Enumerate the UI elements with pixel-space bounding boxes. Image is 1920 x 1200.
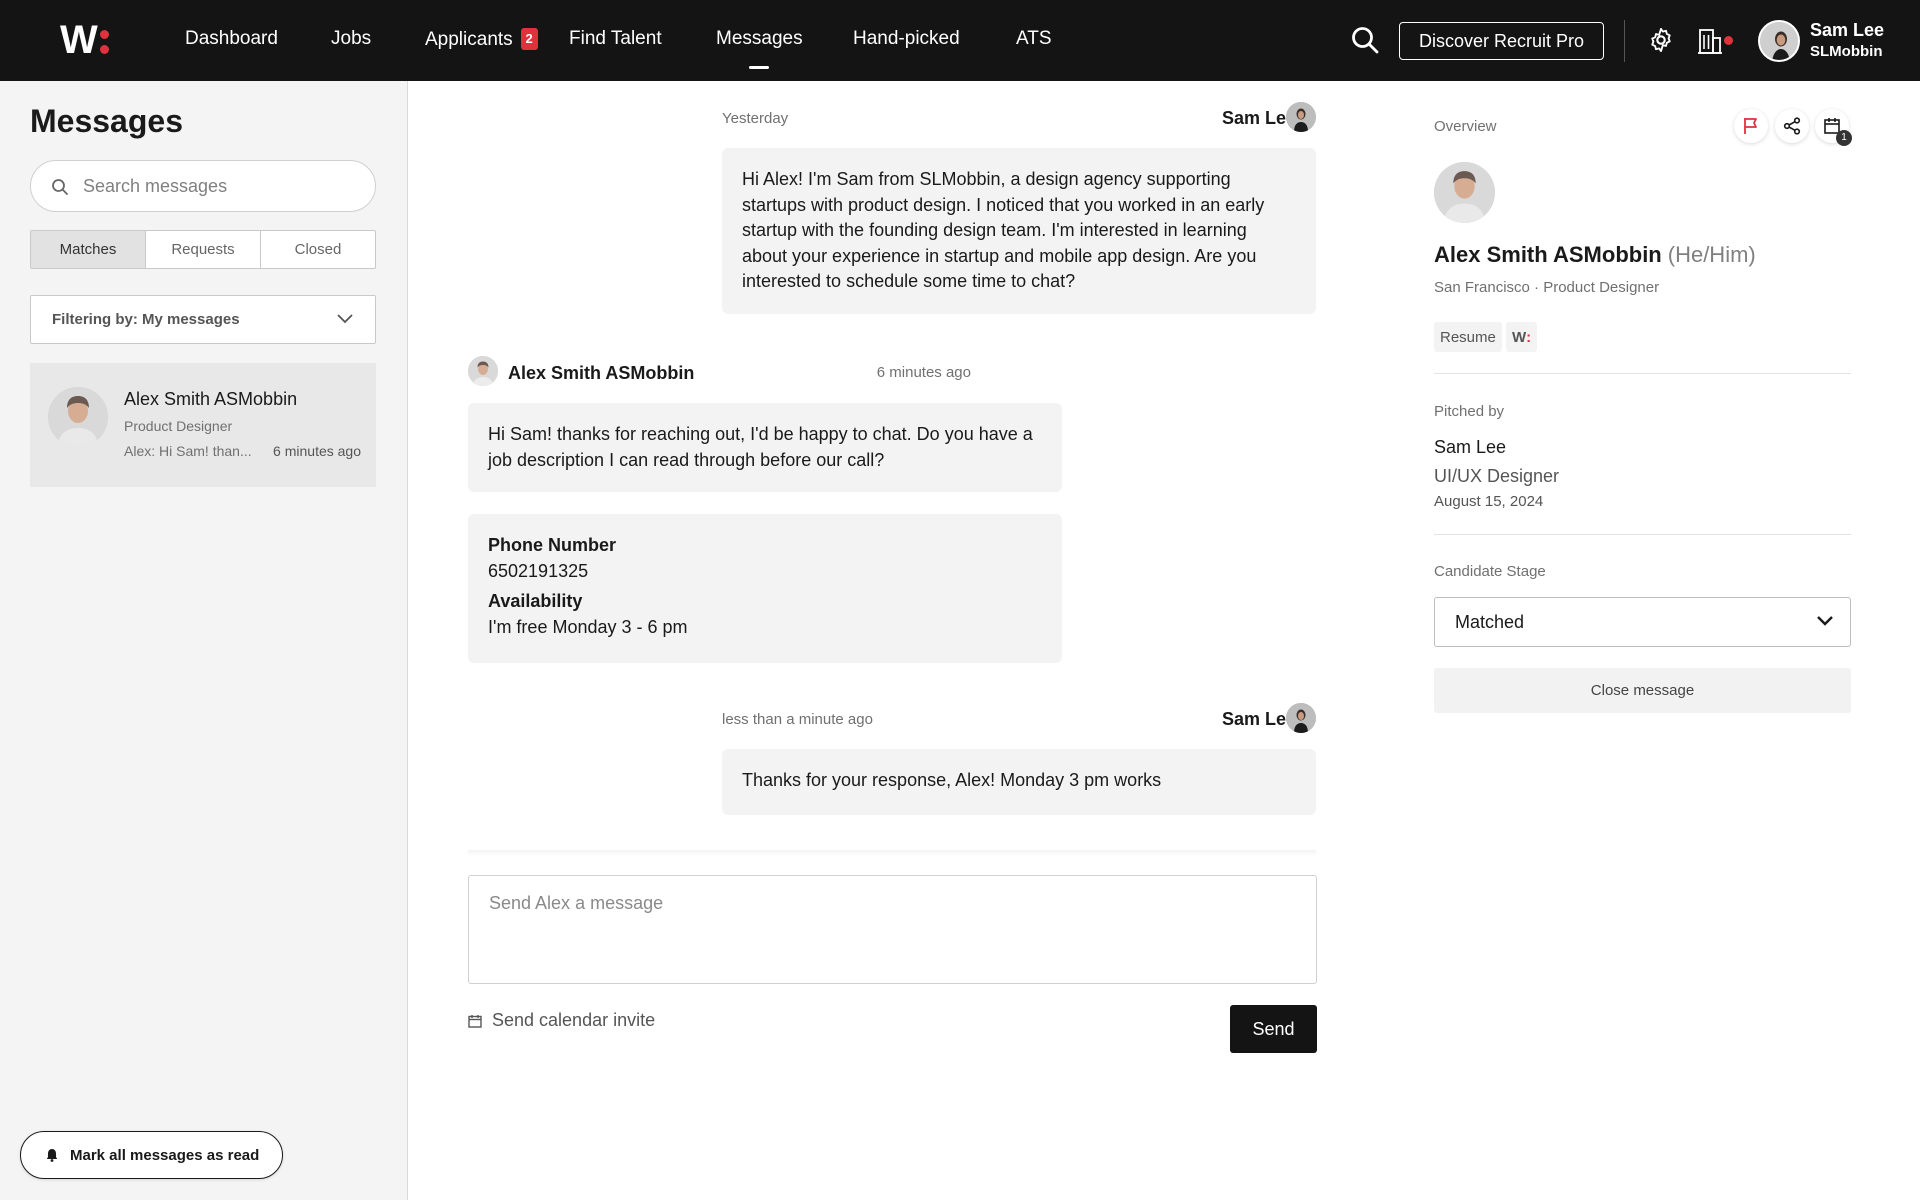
message-sender: Alex Smith ASMobbin	[508, 363, 695, 383]
nav-jobs[interactable]: Jobs	[331, 28, 371, 50]
search-icon[interactable]	[1350, 25, 1380, 55]
flag-icon	[1744, 118, 1757, 134]
candidate-stage-select[interactable]: Matched	[1434, 597, 1851, 647]
message-timestamp: less than a minute ago	[722, 711, 873, 728]
availability-label: Availability	[488, 591, 583, 611]
search-placeholder: Search messages	[83, 175, 228, 196]
conversation-item[interactable]: Alex Smith ASMobbin Product Designer Ale…	[30, 363, 376, 487]
pitched-by-label: Pitched by	[1434, 403, 1505, 420]
tab-matches[interactable]: Matches	[31, 231, 146, 268]
calendar-count-badge: 1	[1836, 130, 1852, 146]
message-timestamp: Yesterday	[722, 110, 789, 127]
wellfound-mark: W	[1512, 328, 1527, 346]
candidate-name: Alex Smith ASMobbin (He/Him)	[1434, 242, 1756, 268]
sender-avatar	[1286, 703, 1316, 733]
filter-label: Filtering by: My messages	[52, 311, 240, 328]
mark-all-read-button[interactable]: Mark all messages as read	[20, 1131, 283, 1179]
message-composer-input[interactable]: Send Alex a message	[468, 875, 1317, 984]
resume-link[interactable]: Resume	[1434, 322, 1502, 352]
candidate-overview-panel: Overview 1 Alex Smith ASMobbin (He/Him) S…	[1420, 81, 1920, 1200]
nav-hand-picked[interactable]: Hand-picked	[853, 28, 960, 50]
nav-applicants-label: Applicants	[425, 29, 513, 50]
tab-requests[interactable]: Requests	[146, 231, 261, 268]
send-button[interactable]: Send	[1230, 1005, 1317, 1053]
nav-messages[interactable]: Messages	[716, 28, 803, 50]
contact-details-card: Phone Number 6502191325 Availability I'm…	[468, 514, 1062, 663]
overview-label: Overview	[1434, 118, 1497, 135]
mark-all-read-label: Mark all messages as read	[70, 1146, 260, 1164]
candidate-pronouns: (He/Him)	[1667, 242, 1756, 267]
message-bubble: Thanks for your response, Alex! Monday 3…	[722, 749, 1316, 815]
messages-sidebar: Messages Search messages Matches Request…	[0, 81, 408, 1200]
applicants-count-badge: 2	[520, 28, 538, 50]
phone-number-value: 6502191325	[488, 560, 589, 581]
share-icon	[1783, 117, 1801, 135]
notification-dot	[1724, 36, 1733, 45]
pitched-by-name: Sam Lee	[1434, 437, 1507, 457]
sender-avatar	[468, 356, 498, 386]
close-message-button[interactable]: Close message	[1434, 668, 1851, 713]
nav-dashboard[interactable]: Dashboard	[185, 28, 278, 50]
user-company: SLMobbin	[1810, 43, 1883, 60]
wellfound-icon: W:	[1512, 328, 1532, 346]
nav-applicants[interactable]: Applicants 2	[425, 28, 538, 51]
wellfound-logo[interactable]: W	[60, 20, 109, 60]
discover-recruit-pro-button[interactable]: Discover Recruit Pro	[1399, 22, 1604, 60]
filter-dropdown[interactable]: Filtering by: My messages	[30, 295, 376, 344]
scroll-fade	[468, 850, 1316, 856]
conversation-time: 6 minutes ago	[273, 443, 361, 459]
user-name: Sam Lee	[1810, 20, 1885, 40]
conversation-role: Product Designer	[124, 418, 233, 434]
flag-button[interactable]	[1734, 109, 1768, 143]
conversation-name: Alex Smith ASMobbin	[124, 389, 298, 409]
calendar-button[interactable]: 1	[1815, 109, 1852, 146]
message-bubble: Hi Alex! I'm Sam from SLMobbin, a design…	[722, 148, 1316, 314]
user-avatar[interactable]	[1758, 20, 1800, 62]
candidate-location-role: San Francisco · Product Designer	[1434, 279, 1660, 296]
divider	[1434, 373, 1851, 374]
user-menu[interactable]: Sam Lee SLMobbin	[1810, 20, 1884, 62]
search-icon	[52, 179, 68, 195]
top-navigation: W Dashboard Jobs Applicants 2 Find Talent…	[0, 0, 1920, 81]
message-bubble: Hi Sam! thanks for reaching out, I'd be …	[468, 403, 1062, 492]
phone-number-label: Phone Number	[488, 535, 617, 555]
candidate-avatar	[1434, 162, 1495, 223]
calendar-invite-label: Send calendar invite	[492, 1010, 656, 1030]
nav-find-talent[interactable]: Find Talent	[569, 28, 662, 50]
message-tabs: Matches Requests Closed	[30, 230, 376, 269]
bell-icon	[46, 1149, 58, 1162]
avatar	[48, 387, 108, 447]
candidate-name-text: Alex Smith ASMobbin	[1434, 242, 1662, 267]
conversation-preview: Alex: Hi Sam! than...	[124, 443, 252, 459]
divider	[1434, 534, 1851, 535]
chat-thread: Yesterday Sam Lee Hi Alex! I'm Sam from …	[409, 81, 1420, 1200]
nav-divider	[1624, 20, 1625, 62]
nav-ats[interactable]: ATS	[1016, 28, 1052, 50]
availability-value: I'm free Monday 3 - 6 pm	[488, 616, 688, 637]
chevron-down-icon	[1817, 616, 1833, 626]
chevron-down-icon	[337, 314, 353, 324]
candidate-stage-value: Matched	[1455, 611, 1525, 632]
search-messages-input[interactable]: Search messages	[30, 160, 376, 212]
gear-icon[interactable]	[1647, 26, 1675, 54]
page-title: Messages	[30, 103, 183, 139]
message-sender: Sam Lee	[1221, 709, 1296, 729]
candidate-stage-label: Candidate Stage	[1434, 563, 1546, 580]
pitched-date: August 15, 2024	[1434, 493, 1544, 510]
pitched-by-role: UI/UX Designer	[1434, 466, 1560, 486]
share-button[interactable]	[1775, 109, 1809, 143]
send-calendar-invite-link[interactable]: Send calendar invite	[468, 1010, 655, 1031]
tab-closed[interactable]: Closed	[261, 231, 375, 268]
sender-avatar	[1286, 102, 1316, 132]
calendar-icon	[468, 1014, 482, 1028]
company-building-icon[interactable]	[1697, 27, 1733, 55]
wellfound-profile-link[interactable]: W:	[1506, 322, 1538, 352]
message-sender: Sam Lee	[1221, 108, 1296, 128]
message-timestamp: 6 minutes ago	[876, 364, 971, 381]
